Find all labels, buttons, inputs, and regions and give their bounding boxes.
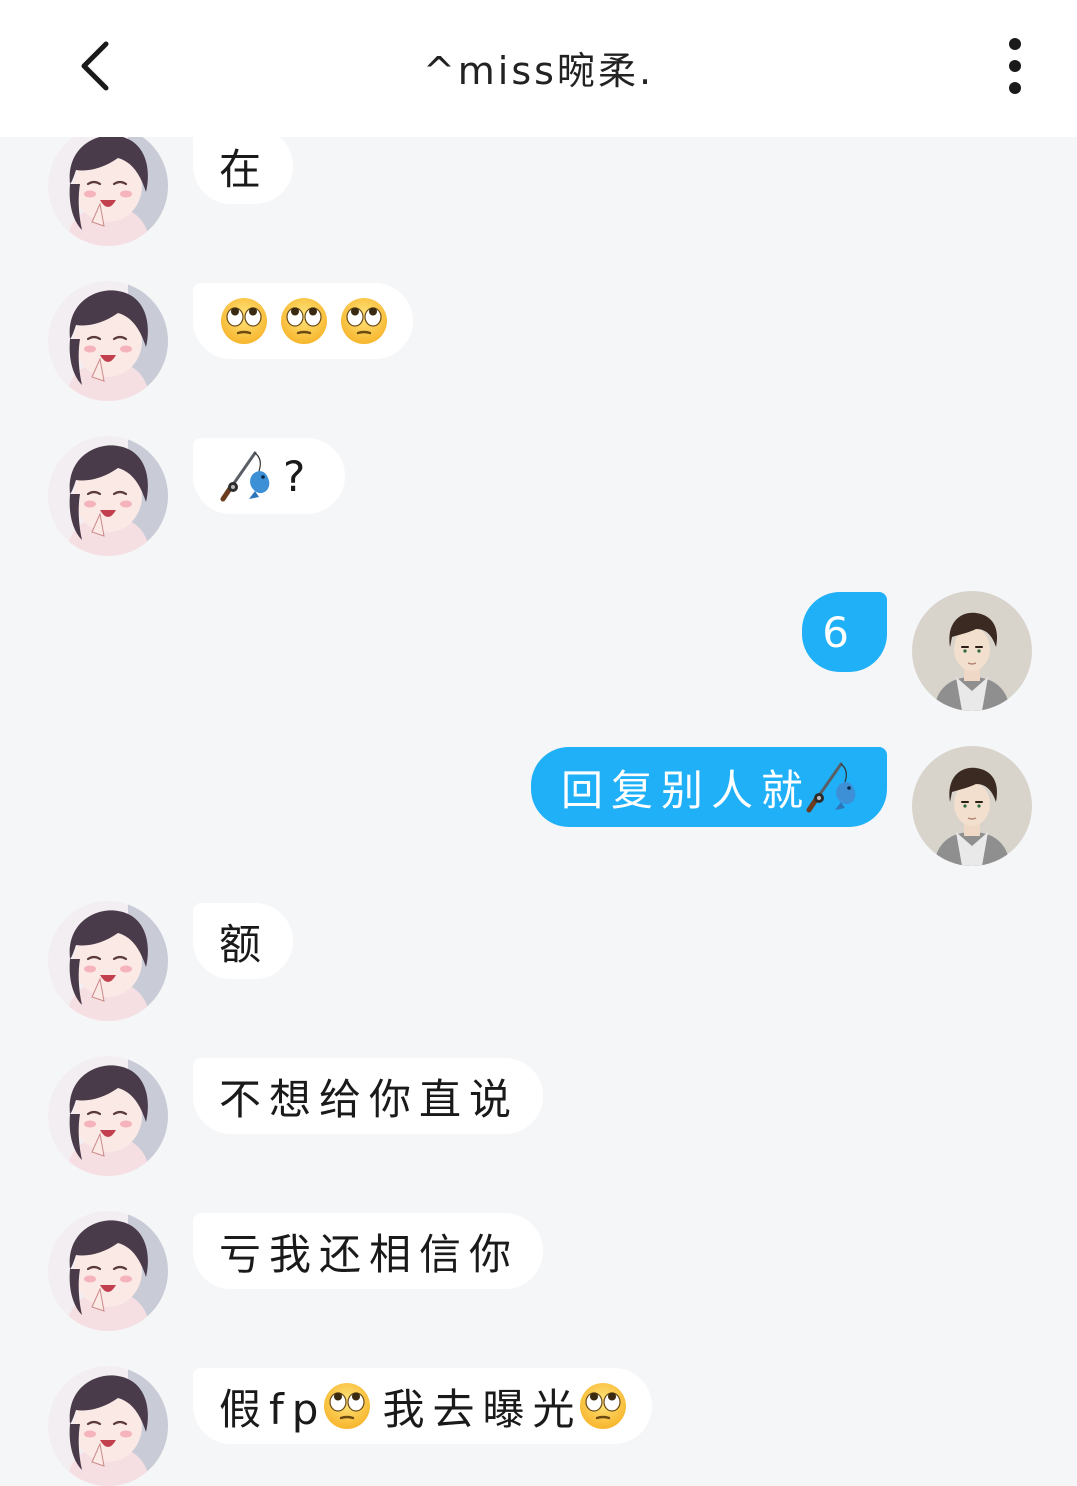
eye-roll-emoji-icon <box>339 296 389 346</box>
message-text: 在 <box>219 144 270 194</box>
eye-roll-emoji-icon <box>279 296 329 346</box>
message-text: 我去曝光 <box>382 1384 583 1434</box>
message-text: 回复别人就 <box>560 765 811 815</box>
message-text: 亏我还相信你 <box>219 1229 520 1279</box>
message-text: ? <box>283 451 306 501</box>
eye-roll-emoji-icon <box>322 1381 372 1431</box>
contact-avatar[interactable] <box>48 1366 168 1486</box>
message-bubble[interactable]: 回复别人就 <box>530 747 887 827</box>
message-row: 回复别人就 <box>0 746 1077 866</box>
more-vertical-icon <box>1009 38 1021 94</box>
message-row: 额 <box>0 901 1077 1021</box>
message-text: 6 <box>822 607 857 657</box>
contact-avatar[interactable] <box>48 126 168 246</box>
message-row: 假fp 我去曝光 <box>0 1366 1077 1486</box>
more-options-button[interactable] <box>985 30 1045 102</box>
message-bubble[interactable]: 假fp 我去曝光 <box>193 1368 653 1444</box>
message-text: 不想给你直说 <box>219 1074 520 1124</box>
message-text: 额 <box>219 919 270 969</box>
eye-roll-emoji-icon <box>578 1381 628 1431</box>
fishing-pole-emoji-icon <box>219 449 273 503</box>
contact-avatar[interactable] <box>48 1056 168 1176</box>
chat-title: ^miss晼柔. <box>422 49 655 93</box>
message-bubble[interactable]: 不想给你直说 <box>193 1058 544 1134</box>
message-bubble[interactable]: 额 <box>193 903 294 979</box>
message-bubble[interactable]: 6 <box>802 592 887 672</box>
message-bubble[interactable]: 亏我还相信你 <box>193 1213 544 1289</box>
contact-avatar[interactable] <box>48 901 168 1021</box>
fishing-pole-emoji-icon <box>805 760 859 814</box>
message-row: 亏我还相信你 <box>0 1211 1077 1331</box>
chat-header: ^miss晼柔. <box>0 0 1077 137</box>
message-bubble[interactable]: 在 <box>193 128 294 204</box>
my-avatar[interactable] <box>912 591 1032 711</box>
eye-roll-emoji-icon <box>219 296 269 346</box>
contact-avatar[interactable] <box>48 1211 168 1331</box>
chat-message-list[interactable]: 在 ? 6 回复别人就 额 不想给你直说 亏我还相信你 假fp 我去曝光 <box>0 0 1077 1477</box>
my-avatar[interactable] <box>912 746 1032 866</box>
contact-avatar[interactable] <box>48 281 168 401</box>
message-bubble[interactable] <box>193 283 413 359</box>
message-row: ? <box>0 436 1077 556</box>
message-row: 在 <box>0 126 1077 246</box>
message-row: 不想给你直说 <box>0 1056 1077 1176</box>
message-bubble[interactable]: ? <box>193 438 346 514</box>
message-row <box>0 281 1077 401</box>
message-text: 假fp <box>219 1384 327 1434</box>
contact-avatar[interactable] <box>48 436 168 556</box>
message-row: 6 <box>0 591 1077 711</box>
